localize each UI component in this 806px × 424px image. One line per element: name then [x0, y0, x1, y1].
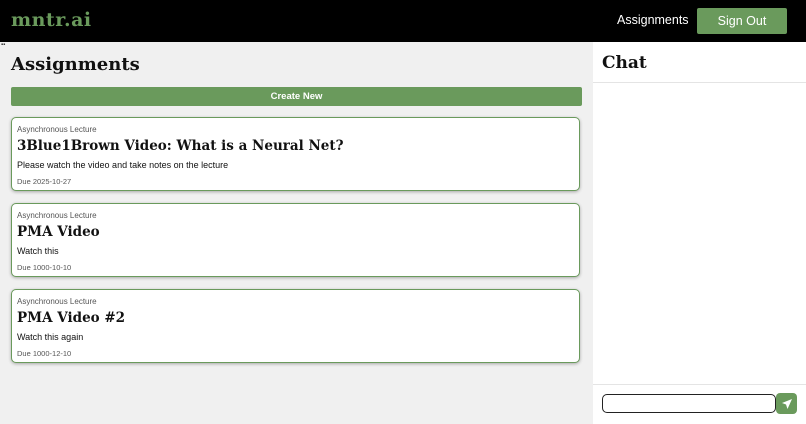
- assignment-description: Please watch the video and take notes on…: [17, 160, 229, 170]
- top-bar: mntr.ai Assignments Sign Out: [0, 0, 806, 42]
- chat-panel: Chat: [593, 42, 806, 424]
- nav-link-assignments[interactable]: Assignments: [617, 13, 689, 27]
- assignment-due-date: Due 2025-10-27: [17, 177, 72, 186]
- assignment-description: Watch this again: [17, 332, 84, 342]
- assignment-type: Asynchronous Lecture: [17, 125, 97, 134]
- send-icon: [781, 398, 792, 409]
- send-button[interactable]: [776, 393, 797, 414]
- assignment-title: PMA Video: [17, 224, 100, 240]
- chat-header-divider: [593, 82, 806, 83]
- create-new-button[interactable]: Create New: [11, 87, 582, 106]
- assignment-type: Asynchronous Lecture: [17, 211, 97, 220]
- assignment-due-date: Due 1000-12-10: [17, 349, 72, 358]
- assignment-type: Asynchronous Lecture: [17, 297, 97, 306]
- chat-footer-divider: [593, 384, 806, 385]
- assignment-card[interactable]: Asynchronous Lecture PMA Video #2 Watch …: [11, 289, 580, 363]
- chat-message-input[interactable]: [602, 394, 776, 413]
- assignment-description: Watch this: [17, 246, 59, 256]
- assignment-due-date: Due 1000-10-10: [17, 263, 72, 272]
- assignment-title: 3Blue1Brown Video: What is a Neural Net?: [17, 138, 344, 154]
- assignments-panel: ▪▪ Assignments Create New Asynchronous L…: [0, 42, 593, 424]
- page-title: Assignments: [11, 54, 140, 75]
- assignment-card[interactable]: Asynchronous Lecture 3Blue1Brown Video: …: [11, 117, 580, 191]
- logo[interactable]: mntr.ai: [11, 9, 92, 31]
- sign-out-button[interactable]: Sign Out: [697, 8, 787, 34]
- corner-mark: ▪▪: [1, 42, 6, 48]
- assignment-card[interactable]: Asynchronous Lecture PMA Video Watch thi…: [11, 203, 580, 277]
- assignment-title: PMA Video #2: [17, 310, 126, 326]
- chat-title: Chat: [602, 53, 647, 73]
